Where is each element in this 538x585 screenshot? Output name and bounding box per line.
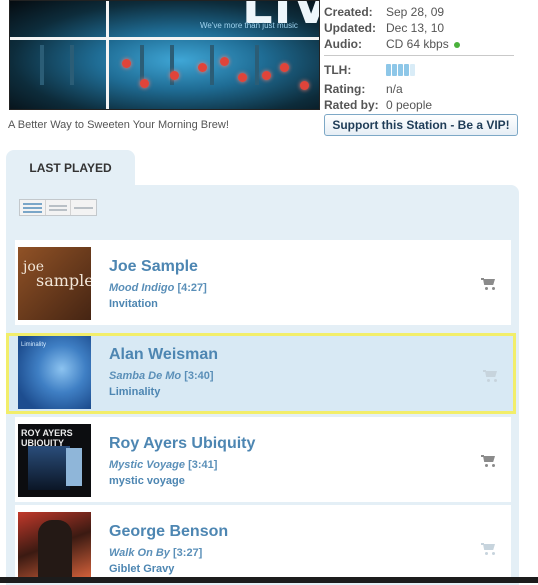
buy-cart-icon[interactable]: [481, 278, 497, 290]
track-album[interactable]: Invitation: [109, 298, 158, 310]
cover-text: sample: [36, 271, 91, 290]
grid-view-icon[interactable]: [71, 200, 96, 215]
view-mode-toggle[interactable]: [19, 199, 97, 216]
station-tagline: A Better Way to Sweeten Your Morning Bre…: [8, 119, 229, 131]
updated-label: Updated:: [324, 21, 376, 35]
track-artist[interactable]: Roy Ayers Ubiquity: [109, 435, 255, 453]
track-duration: [3:27]: [173, 547, 203, 559]
audio-label: Audio:: [324, 37, 362, 51]
track-duration: [4:27]: [177, 282, 207, 294]
track-row-selected[interactable]: Liminality Alan Weisman Samba De Mo [3:4…: [6, 333, 516, 414]
album-cover-image[interactable]: ROY AYERS UBIQUITY: [18, 424, 91, 497]
station-banner-image: LIVE! We've more than just music: [9, 0, 320, 110]
audio-status-icon: [453, 41, 460, 48]
album-cover-image[interactable]: joe sample: [18, 247, 91, 320]
rating-label: Rating:: [324, 82, 366, 96]
updated-value: Dec 13, 10: [386, 21, 445, 35]
vip-support-button[interactable]: Support this Station - Be a VIP!: [324, 114, 518, 136]
track-title[interactable]: Mood Indigo: [109, 282, 174, 294]
track-duration: [3:41]: [188, 459, 218, 471]
rating-value: n/a: [386, 82, 403, 96]
rated-by-label: Rated by:: [324, 98, 379, 112]
buy-cart-icon[interactable]: [483, 370, 499, 382]
track-row[interactable]: ROY AYERS UBIQUITY Roy Ayers Ubiquity My…: [15, 417, 511, 502]
banner-tagline: We've more than just music: [200, 21, 298, 30]
tab-last-played[interactable]: LAST PLAYED: [6, 150, 135, 187]
tlh-meter-icon: [386, 64, 415, 76]
window-bottom-edge: [0, 577, 538, 583]
track-song: Samba De Mo [3:40]: [109, 370, 214, 382]
track-artist[interactable]: Alan Weisman: [109, 346, 218, 364]
track-album[interactable]: mystic voyage: [109, 475, 185, 487]
track-title[interactable]: Samba De Mo: [109, 370, 181, 382]
track-artist[interactable]: Joe Sample: [109, 258, 198, 276]
buy-cart-icon[interactable]: [481, 543, 497, 555]
album-cover-image[interactable]: [18, 512, 91, 577]
tlh-label: TLH:: [324, 63, 352, 77]
cover-text: ROY AYERS UBIQUITY: [21, 428, 73, 448]
track-title[interactable]: Walk On By: [109, 547, 170, 559]
buy-cart-icon[interactable]: [481, 455, 497, 467]
track-song: Walk On By [3:27]: [109, 547, 202, 559]
track-song: Mystic Voyage [3:41]: [109, 459, 217, 471]
list-view-icon[interactable]: [20, 200, 46, 215]
divider: [324, 55, 514, 56]
track-song: Mood Indigo [4:27]: [109, 282, 207, 294]
track-album[interactable]: Liminality: [109, 386, 160, 398]
track-duration: [3:40]: [184, 370, 214, 382]
track-artist[interactable]: George Benson: [109, 523, 228, 541]
rated-by-value: 0 people: [386, 98, 433, 112]
created-value: Sep 28, 09: [386, 5, 445, 19]
track-row[interactable]: joe sample Joe Sample Mood Indigo [4:27]…: [15, 240, 511, 325]
audio-value: CD 64 kbps: [386, 37, 449, 51]
compact-view-icon[interactable]: [46, 200, 72, 215]
track-title[interactable]: Mystic Voyage: [109, 459, 185, 471]
audio-value-wrap: CD 64 kbps: [386, 36, 460, 52]
cover-text: Liminality: [21, 342, 47, 348]
album-cover-image[interactable]: Liminality: [18, 336, 91, 409]
created-label: Created:: [324, 5, 373, 19]
track-row[interactable]: George Benson Walk On By [3:27] Giblet G…: [15, 505, 511, 577]
track-album[interactable]: Giblet Gravy: [109, 563, 174, 575]
